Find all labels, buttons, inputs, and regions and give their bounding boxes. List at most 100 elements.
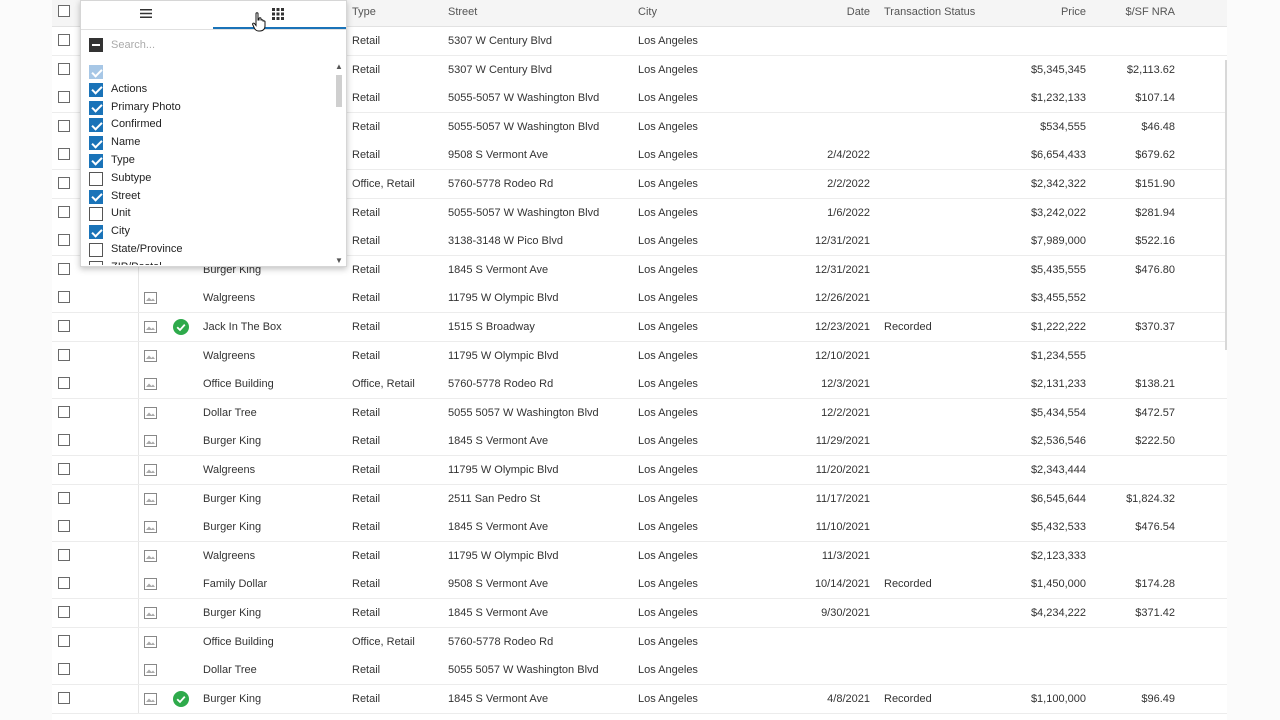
row-checkbox[interactable] (58, 62, 70, 75)
table-row[interactable]: Walgreens Retail 11795 W Olympic Blvd Los A… (52, 341, 1227, 371)
row-checkbox[interactable] (58, 548, 70, 561)
column-option-checkbox[interactable] (89, 82, 103, 97)
header-date[interactable]: Date (768, 0, 870, 24)
header-transaction-status[interactable]: Transaction Status (884, 0, 1004, 24)
scroll-up-icon[interactable]: ▲ (335, 63, 343, 71)
row-checkbox[interactable] (58, 348, 70, 361)
photo-placeholder-icon[interactable] (144, 549, 157, 562)
select-all-rows-checkbox[interactable] (58, 5, 70, 17)
photo-placeholder-icon[interactable] (144, 692, 157, 705)
row-checkbox[interactable] (58, 377, 70, 390)
header-street[interactable]: Street (448, 0, 633, 24)
street-cell: 5760-5778 Rodeo Rd (448, 178, 554, 190)
row-checkbox[interactable] (58, 463, 70, 475)
row-checkbox[interactable] (58, 691, 70, 704)
table-row[interactable]: Walgreens Retail 11795 W Olympic Blvd Los A… (52, 456, 1227, 485)
column-option[interactable]: Subtype (81, 170, 333, 188)
row-checkbox[interactable] (58, 520, 70, 533)
photo-placeholder-icon[interactable] (144, 607, 157, 619)
table-row[interactable]: Office Building Office, Retail 5760-5778 R… (52, 370, 1227, 400)
header-type[interactable]: Type (352, 0, 442, 24)
column-option[interactable]: Actions (81, 81, 333, 99)
row-checkbox[interactable] (58, 205, 70, 218)
column-option[interactable]: ZIP/Postal (81, 259, 333, 265)
column-option[interactable]: Street (81, 188, 333, 206)
photo-placeholder-icon[interactable] (144, 521, 157, 534)
column-search-input[interactable] (111, 37, 331, 53)
column-list-scrollbar[interactable]: ▲ ▼ (334, 63, 344, 265)
column-option[interactable]: Confirmed (81, 116, 333, 134)
table-row[interactable]: Dollar Tree Retail 5055 5057 W Washington … (52, 656, 1227, 686)
column-option-checkbox[interactable] (89, 242, 103, 257)
table-row[interactable]: Walgreens Retail 11795 W Olympic Blvd Los A… (52, 284, 1227, 314)
column-option-checkbox[interactable] (89, 100, 103, 115)
column-option[interactable]: Unit (81, 205, 333, 223)
type-cell: Retail (352, 63, 381, 76)
tab-general[interactable] (81, 1, 214, 27)
column-option-checkbox[interactable] (89, 171, 103, 186)
row-checkbox[interactable] (58, 148, 70, 161)
column-option-checkbox[interactable] (89, 65, 103, 79)
header-city[interactable]: City (638, 0, 758, 24)
header-price[interactable]: Price (992, 0, 1086, 24)
row-checkbox[interactable] (58, 434, 70, 447)
column-option-checkbox[interactable] (89, 225, 103, 240)
column-option-checkbox[interactable] (89, 136, 103, 151)
row-checkbox[interactable] (58, 663, 70, 676)
column-option[interactable]: State/Province (81, 241, 333, 259)
row-checkbox[interactable] (58, 234, 70, 247)
table-row[interactable]: Burger King Retail 1845 S Vermont Ave Los A… (52, 513, 1227, 543)
row-checkbox[interactable] (58, 405, 70, 418)
column-option[interactable]: Name (81, 134, 333, 152)
column-option-checkbox[interactable] (89, 118, 103, 133)
row-checkbox[interactable] (58, 177, 70, 189)
table-row[interactable]: Burger King Retail 2511 San Pedro St Los An… (52, 484, 1227, 514)
header-psf-nra[interactable]: $/SF NRA (1092, 0, 1175, 24)
photo-placeholder-icon[interactable] (144, 321, 157, 333)
type-cell: Retail (352, 263, 381, 276)
row-checkbox[interactable] (58, 34, 70, 46)
row-checkbox[interactable] (58, 119, 70, 132)
table-row[interactable]: Burger King Retail 1845 S Vermont Ave Los A… (52, 599, 1227, 628)
photo-placeholder-icon[interactable] (144, 578, 157, 591)
table-row[interactable]: Jack In The Box Retail 1515 S Broadway Los … (52, 313, 1227, 342)
column-option-checkbox[interactable] (89, 153, 103, 168)
row-checkbox[interactable] (58, 91, 70, 104)
photo-placeholder-icon[interactable] (144, 664, 157, 677)
row-checkbox[interactable] (58, 634, 70, 647)
photo-placeholder-icon[interactable] (144, 292, 157, 305)
table-row[interactable]: Family Dollar Retail 9508 S Vermont Ave Los… (52, 570, 1227, 600)
row-checkbox[interactable] (58, 606, 70, 618)
column-option-checkbox[interactable] (89, 207, 103, 222)
row-checkbox[interactable] (58, 320, 70, 332)
table-row[interactable]: Dollar Tree Retail 5055 5057 W Washington … (52, 398, 1227, 428)
photo-placeholder-icon[interactable] (144, 635, 157, 648)
row-checkbox[interactable] (58, 577, 70, 590)
photo-placeholder-icon[interactable] (144, 378, 157, 391)
column-option-checkbox[interactable] (89, 189, 103, 204)
table-row[interactable]: Office Building Office, Retail 5760-5778 R… (52, 627, 1227, 657)
column-option-checkbox[interactable] (89, 260, 103, 265)
row-checkbox[interactable] (58, 262, 70, 275)
status-cell: Recorded (884, 578, 932, 591)
grid-scrollbar[interactable] (1225, 60, 1227, 350)
tab-columns[interactable] (213, 1, 346, 29)
table-row[interactable]: Walgreens Retail 11795 W Olympic Blvd Los A… (52, 541, 1227, 571)
photo-placeholder-icon[interactable] (144, 406, 157, 419)
photo-placeholder-icon[interactable] (144, 492, 157, 505)
photo-placeholder-icon[interactable] (144, 464, 157, 476)
table-row[interactable]: Burger King Retail 1845 S Vermont Ave Los A… (52, 427, 1227, 457)
column-option[interactable]: Primary Photo (81, 99, 333, 117)
type-cell: Retail (352, 292, 381, 305)
toggle-all-columns-checkbox[interactable] (89, 38, 103, 52)
column-option[interactable]: City (81, 223, 333, 241)
photo-placeholder-icon[interactable] (144, 435, 157, 448)
scroll-down-icon[interactable]: ▼ (335, 257, 343, 265)
photo-placeholder-icon[interactable] (144, 349, 157, 362)
row-checkbox[interactable] (58, 291, 70, 304)
column-option[interactable]: Type (81, 152, 333, 170)
column-option[interactable] (81, 63, 333, 81)
table-row[interactable]: Burger King Retail 1845 S Vermont Ave Los A… (52, 684, 1227, 714)
column-list-scroll-thumb[interactable] (336, 75, 342, 107)
row-checkbox[interactable] (58, 491, 70, 504)
